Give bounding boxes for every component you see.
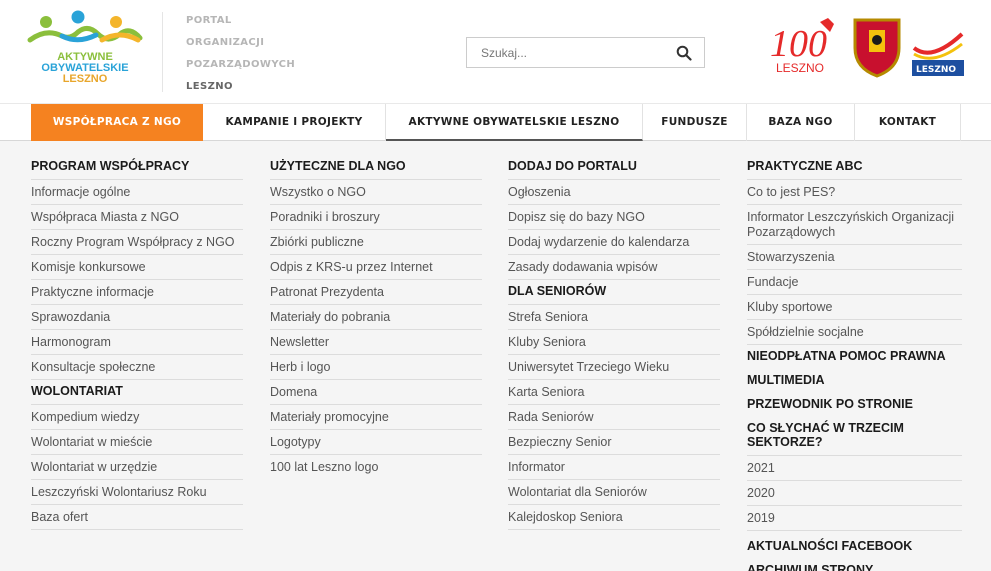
menu-link[interactable]: Patronat Prezydenta (270, 280, 482, 305)
svg-text:100: 100 (770, 23, 827, 65)
menu-heading[interactable]: CO SŁYCHAĆ W TRZECIM SEKTORZE? (747, 417, 962, 456)
menu-link[interactable]: Konsultacje społeczne (31, 355, 243, 380)
menu-link[interactable]: Kluby sportowe (747, 295, 962, 320)
search-box (466, 37, 705, 68)
menu-link[interactable]: Dodaj wydarzenie do kalendarza (508, 230, 720, 255)
menu-link[interactable]: Wszystko o NGO (270, 180, 482, 205)
menu-heading[interactable]: DODAJ DO PORTALU (508, 155, 720, 180)
menu-link[interactable]: Informator Leszczyńskich Organizacji Poz… (747, 205, 962, 245)
menu-link[interactable]: Materiały promocyjne (270, 405, 482, 430)
menu-link[interactable]: 2021 (747, 456, 962, 481)
menu-link[interactable]: Dopisz się do bazy NGO (508, 205, 720, 230)
menu-link[interactable]: Domena (270, 380, 482, 405)
menu-link[interactable]: Logotypy (270, 430, 482, 455)
menu-link[interactable]: Herb i logo (270, 355, 482, 380)
menu-link[interactable]: Materiały do pobrania (270, 305, 482, 330)
menu-link[interactable]: Praktyczne informacje (31, 280, 243, 305)
site-logo[interactable]: AKTYWNE OBYWATELSKIE LESZNO (26, 10, 154, 90)
menu-link[interactable]: Kluby Seniora (508, 330, 720, 355)
site-header: AKTYWNE OBYWATELSKIE LESZNO PORTAL ORGAN… (0, 0, 991, 103)
menu-link[interactable]: Informacje ogólne (31, 180, 243, 205)
menu-link[interactable]: Strefa Seniora (508, 305, 720, 330)
nav-kontakt[interactable]: KONTAKT (855, 104, 961, 141)
portal-name: PORTAL ORGANIZACJI POZARZĄDOWYCH LESZNO (186, 10, 295, 98)
leszno-city-text: LESZNO (916, 65, 956, 75)
nav-baza[interactable]: BAZA NGO (747, 104, 855, 141)
menu-link[interactable]: Odpis z KRS-u przez Internet (270, 255, 482, 280)
search-icon[interactable] (676, 45, 692, 61)
menu-link[interactable]: Leszczyński Wolontariusz Roku (31, 480, 243, 505)
menu-link[interactable]: Wolontariat w mieście (31, 430, 243, 455)
menu-heading[interactable]: PRAKTYCZNE ABC (747, 155, 962, 180)
menu-link[interactable]: Kompedium wiedzy (31, 405, 243, 430)
menu-link[interactable]: 2019 (747, 506, 962, 531)
portal-line-3: POZARZĄDOWYCH (186, 59, 296, 70)
menu-link[interactable]: Roczny Program Współpracy z NGO (31, 230, 243, 255)
menu-link[interactable]: Stowarzyszenia (747, 245, 962, 270)
nav-wspolpraca[interactable]: WSPÓŁPRACA Z NGO (31, 104, 203, 141)
menu-heading[interactable]: NIEODPŁATNA POMOC PRAWNA (747, 345, 962, 369)
menu-link[interactable]: Poradniki i broszury (270, 205, 482, 230)
menu-link[interactable]: Komisje konkursowe (31, 255, 243, 280)
menu-heading[interactable]: PRZEWODNIK PO STRONIE (747, 393, 962, 417)
portal-line-1: PORTAL (186, 15, 232, 26)
menu-link[interactable]: Wolontariat dla Seniorów (508, 480, 720, 505)
menu-link[interactable]: 100 lat Leszno logo (270, 455, 482, 479)
menu-link[interactable]: Zasady dodawania wpisów (508, 255, 720, 280)
menu-link[interactable]: Newsletter (270, 330, 482, 355)
menu-link[interactable]: Baza ofert (31, 505, 243, 530)
menu-link[interactable]: Informator (508, 455, 720, 480)
portal-line-4: LESZNO (186, 81, 233, 92)
menu-link[interactable]: Fundacje (747, 270, 962, 295)
menu-link[interactable]: Harmonogram (31, 330, 243, 355)
menu-link[interactable]: Sprawozdania (31, 305, 243, 330)
header-divider (162, 12, 163, 92)
search-input[interactable] (481, 38, 661, 67)
menu-link[interactable]: 2020 (747, 481, 962, 506)
menu-link[interactable]: Zbiórki publiczne (270, 230, 482, 255)
menu-link[interactable]: Bezpieczny Senior (508, 430, 720, 455)
logo-figures-icon (27, 10, 143, 43)
menu-link[interactable]: Wolontariat w urzędzie (31, 455, 243, 480)
menu-column: PRAKTYCZNE ABC Co to jest PES? Informato… (747, 155, 962, 571)
menu-heading[interactable]: UŻYTECZNE DLA NGO (270, 155, 482, 180)
menu-column: DODAJ DO PORTALU Ogłoszenia Dopisz się d… (508, 155, 720, 530)
menu-link[interactable]: Kalejdoskop Seniora (508, 505, 720, 530)
mega-menu: PROGRAM WSPÓŁPRACY Informacje ogólne Wsp… (0, 141, 991, 571)
menu-link[interactable]: Uniwersytet Trzeciego Wieku (508, 355, 720, 380)
leszno-city-logo[interactable]: LESZNO (912, 18, 964, 76)
menu-link[interactable]: Spółdzielnie socjalne (747, 320, 962, 345)
nav-kampanie[interactable]: KAMPANIE I PROJEKTY (203, 104, 386, 141)
main-nav: WSPÓŁPRACA Z NGO KAMPANIE I PROJEKTY AKT… (0, 103, 991, 141)
coat-of-arms-logo[interactable] (851, 16, 903, 78)
menu-link[interactable]: Współpraca Miasta z NGO (31, 205, 243, 230)
menu-heading[interactable]: PROGRAM WSPÓŁPRACY (31, 155, 243, 180)
menu-heading[interactable]: WOLONTARIAT (31, 380, 243, 405)
menu-heading[interactable]: ARCHIWUM STRONY (747, 559, 962, 571)
nav-aktywne[interactable]: AKTYWNE OBYWATELSKIE LESZNO (386, 104, 643, 141)
menu-link[interactable]: Rada Seniorów (508, 405, 720, 430)
logo-text: AKTYWNE OBYWATELSKIE LESZNO (26, 52, 144, 85)
menu-heading[interactable]: MULTIMEDIA (747, 369, 962, 393)
menu-column: PROGRAM WSPÓŁPRACY Informacje ogólne Wsp… (31, 155, 243, 530)
menu-link[interactable]: Karta Seniora (508, 380, 720, 405)
menu-link[interactable]: Co to jest PES? (747, 180, 962, 205)
menu-heading[interactable]: AKTUALNOŚCI FACEBOOK (747, 531, 962, 559)
menu-heading[interactable]: DLA SENIORÓW (508, 280, 720, 305)
menu-column: UŻYTECZNE DLA NGO Wszystko o NGO Poradni… (270, 155, 482, 479)
nav-fundusze[interactable]: FUNDUSZE (643, 104, 747, 141)
logo-line-3: LESZNO (62, 73, 108, 85)
leszno-100-text: LESZNO (776, 61, 824, 75)
portal-line-2: ORGANIZACJI (186, 37, 265, 48)
leszno-100-logo[interactable]: 100 LESZNO (768, 16, 846, 78)
menu-link[interactable]: Ogłoszenia (508, 180, 720, 205)
